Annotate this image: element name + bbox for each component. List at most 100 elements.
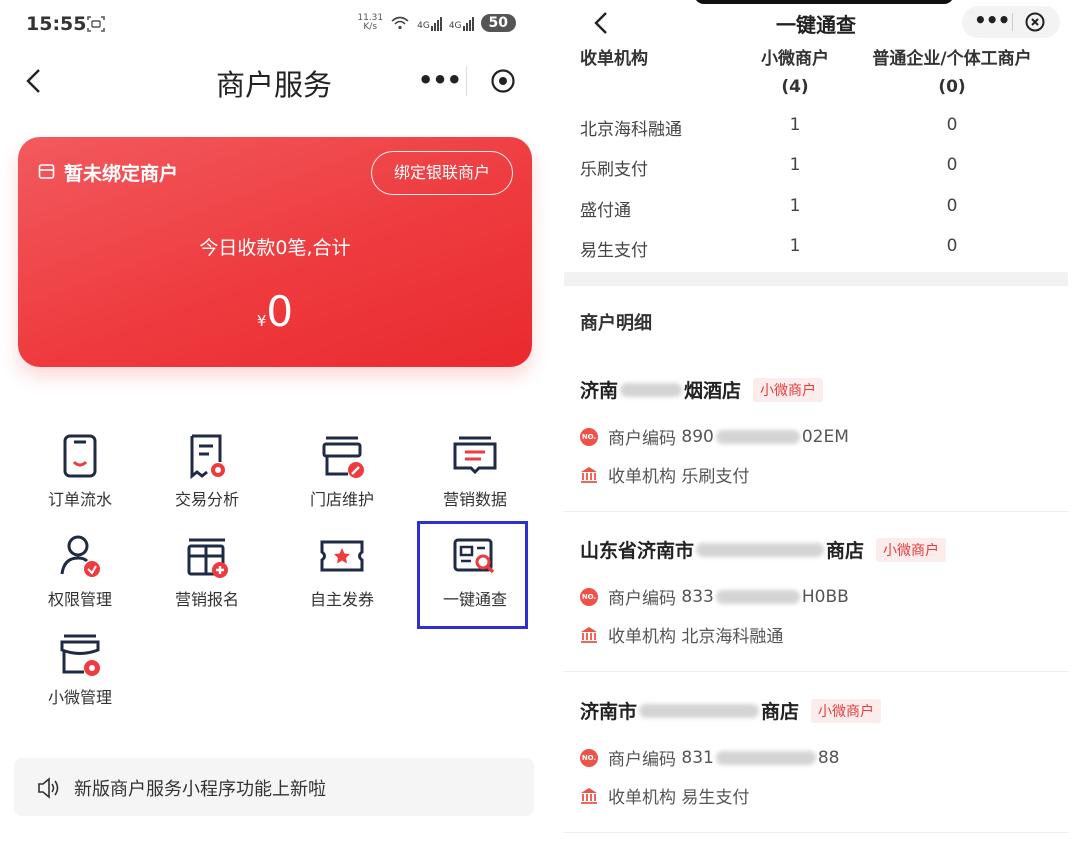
marketing-data-icon (453, 436, 497, 475)
notice-bar[interactable]: 新版商户服务小程序功能上新啦 (14, 758, 534, 816)
bank-icon (581, 787, 597, 804)
more-button[interactable]: ••• (974, 8, 1010, 32)
grid-item-marketing-signup[interactable]: 营销报名 (147, 520, 267, 610)
merchant-name: 济南 烟酒店 小微商户 (580, 376, 824, 403)
redacted-text (715, 750, 816, 765)
divider (564, 671, 1068, 672)
status-time: 15:55 (26, 13, 87, 35)
capsule-divider (1012, 13, 1013, 31)
speaker-icon (38, 777, 59, 799)
grid-label-marketing-data: 营销数据 (442, 490, 507, 509)
divider (564, 832, 1068, 833)
net-speed: 11.31 K/s (357, 13, 384, 32)
merchant-card[interactable]: 济南 烟酒店 小微商户 NO. 商户编码 890 02EM 收单机构 乐刷支付 (564, 376, 1068, 538)
signal-4g-icon-1: 4G (417, 15, 442, 31)
close-button[interactable] (1024, 11, 1046, 33)
row-enterprise-count: 0 (946, 236, 958, 256)
row-enterprise-count: 0 (946, 155, 958, 175)
today-amount: ¥0 (18, 287, 532, 336)
battery-indicator: 50 (480, 14, 516, 32)
grid-item-permission[interactable]: 权限管理 (20, 520, 140, 610)
row-acquirer-name: 易生支付 (580, 241, 648, 261)
camera-notch (694, 0, 954, 4)
row-micro-count: 1 (789, 155, 801, 175)
merchant-name: 济南市 商店 小微商户 (580, 697, 882, 724)
grid-item-store-maintain[interactable]: 门店维护 (282, 420, 402, 510)
one-click-query-screen: 一键通查 ••• 收单机构 小微商户 (4) 普通企业/个体工商户 (0) 北京… (564, 0, 1068, 844)
merchant-name: 山东省济南市 商店 小微商户 (580, 536, 947, 563)
header-acquirer: 收单机构 (580, 49, 648, 69)
trade-analysis-icon (190, 434, 225, 480)
bank-icon (581, 466, 597, 483)
grid-label-micro-manage: 小微管理 (47, 688, 112, 707)
amount-value: 0 (266, 287, 294, 336)
store-icon (38, 164, 55, 179)
more-button[interactable]: ••• (418, 66, 462, 94)
redacted-text (620, 382, 683, 397)
notice-text: 新版商户服务小程序功能上新啦 (74, 779, 326, 800)
section-separator (564, 272, 1068, 286)
micro-merchant-tag: 小微商户 (753, 377, 824, 402)
merchant-code-row: NO. 商户编码 831 88 (580, 747, 840, 770)
row-acquirer-name: 北京海科融通 (580, 120, 682, 140)
grid-label-marketing-signup: 营销报名 (174, 590, 239, 609)
grid-item-coupon[interactable]: 自主发券 (282, 520, 402, 610)
status-indicators: 11.31 K/s 4G 4G 50 (357, 14, 516, 32)
merchant-acquirer-row: 收单机构 乐刷支付 (580, 462, 749, 487)
unbound-merchant-text: 暂未绑定商户 (64, 163, 179, 185)
order-flow-icon (63, 434, 97, 478)
number-icon: NO. (580, 427, 598, 446)
grid-item-trade-analysis[interactable]: 交易分析 (147, 420, 267, 510)
header-enterprise: 普通企业/个体工商户 (0) (872, 49, 1032, 97)
row-micro-count: 1 (789, 236, 801, 256)
merchant-acquirer-row: 收单机构 易生支付 (580, 783, 749, 808)
today-receipts-text: 今日收款0笔,合计 (199, 237, 351, 259)
row-acquirer-name: 盛付通 (580, 201, 631, 221)
grid-item-micro-manage[interactable]: 小微管理 (20, 618, 140, 708)
redacted-text (639, 703, 760, 718)
screenshot-icon (87, 16, 105, 32)
permission-icon (60, 535, 100, 577)
close-button[interactable] (490, 68, 516, 94)
currency-symbol: ¥ (256, 312, 267, 330)
wifi-icon (391, 16, 409, 30)
grid-label-store-maintain: 门店维护 (309, 490, 374, 509)
redacted-text (715, 429, 800, 444)
signal-4g-icon-2: 4G (449, 15, 474, 31)
number-icon: NO. (580, 748, 598, 767)
row-micro-count: 1 (789, 196, 801, 216)
merchant-card: 暂未绑定商户 绑定银联商户 今日收款0笔,合计 ¥0 (18, 137, 532, 367)
grid-label-permission: 权限管理 (47, 590, 112, 609)
header-micro: 小微商户 (4) (761, 49, 829, 97)
marketing-signup-icon (187, 538, 228, 578)
highlight-box (417, 521, 528, 629)
grid-label-trade-analysis: 交易分析 (174, 490, 239, 509)
merchant-service-screen: 15:55 11.31 K/s 4G 4G 50 商户服务 ••• 暂未绑定商户… (0, 0, 548, 844)
grid-item-order-flow[interactable]: 订单流水 (20, 420, 140, 510)
grid-label-coupon: 自主发券 (309, 590, 374, 609)
bank-icon (581, 626, 597, 643)
store-maintain-icon (322, 436, 364, 478)
row-enterprise-count: 0 (946, 115, 958, 135)
coupon-icon (320, 540, 364, 572)
grid-item-marketing-data[interactable]: 营销数据 (415, 420, 535, 510)
divider (564, 511, 1068, 512)
merchant-card[interactable]: 济南市 商店 小微商户 NO. 商户编码 831 88 收单机构 易生支付 (564, 697, 1068, 844)
mini-program-capsule: ••• (962, 6, 1060, 38)
bind-unionpay-button[interactable]: 绑定银联商户 (371, 151, 513, 195)
merchant-card[interactable]: 山东省济南市 商店 小微商户 NO. 商户编码 833 H0BB 收单机构 北京… (564, 536, 1068, 698)
capsule-divider (466, 66, 467, 96)
row-acquirer-name: 乐刷支付 (580, 160, 648, 180)
row-micro-count: 1 (789, 115, 801, 135)
redacted-text (715, 589, 800, 604)
redacted-text (696, 542, 825, 557)
merchant-code-row: NO. 商户编码 833 H0BB (580, 586, 849, 609)
merchant-detail-title: 商户明细 (580, 313, 652, 334)
number-icon: NO. (580, 587, 598, 606)
micro-merchant-tag: 小微商户 (876, 537, 947, 562)
grid-label-order-flow: 订单流水 (47, 490, 112, 509)
micro-manage-icon (60, 634, 100, 676)
status-bar: 15:55 11.31 K/s 4G 4G 50 (0, 0, 548, 52)
row-enterprise-count: 0 (946, 196, 958, 216)
micro-merchant-tag: 小微商户 (811, 698, 882, 723)
